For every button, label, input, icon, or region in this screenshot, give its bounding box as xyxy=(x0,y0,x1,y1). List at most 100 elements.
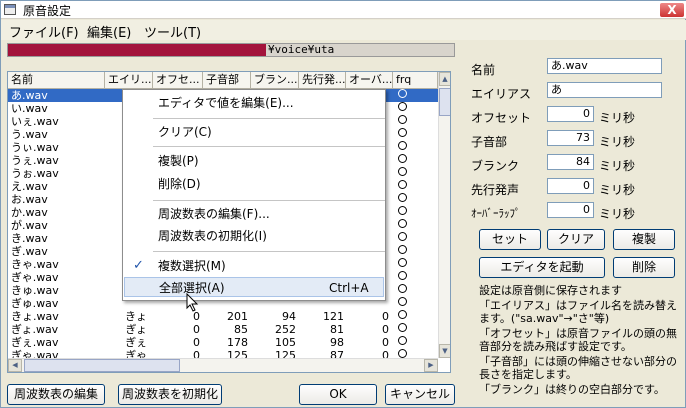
info-line: 設定は原音側に保存されます xyxy=(479,284,622,297)
overlap-label: ｵｰﾊﾞｰﾗｯﾌﾟ xyxy=(471,207,521,220)
column-header-preutter[interactable]: 先行発... xyxy=(299,72,346,88)
horizontal-scrollbar[interactable]: ◀ ▶ xyxy=(8,358,438,372)
frq-circle-icon xyxy=(398,323,407,332)
menu-item-duplicate[interactable]: 複製(P) xyxy=(124,151,384,171)
check-icon: ✓ xyxy=(133,258,144,273)
horizontal-scroll-thumb[interactable] xyxy=(24,359,180,372)
menu-item-edit-in-editor[interactable]: エディタで値を編集(E)... xyxy=(124,93,384,113)
offset-field[interactable]: 0 xyxy=(547,106,594,122)
table-row[interactable]: きょ.wav きょ 0 201 94 121 0 xyxy=(8,310,438,323)
cell-consonant: 85 xyxy=(234,323,248,336)
scroll-right-icon[interactable]: ▶ xyxy=(424,359,438,372)
scroll-left-icon[interactable]: ◀ xyxy=(8,359,22,372)
cell-name: きゅ.wav xyxy=(11,284,59,297)
cell-name: ぎゅ.wav xyxy=(11,297,59,310)
cell-blank: 94 xyxy=(282,310,296,323)
alias-field[interactable]: あ xyxy=(547,82,662,98)
freq-init-button[interactable]: 周波数表を初期化 xyxy=(118,384,222,405)
column-header-name[interactable]: 名前 xyxy=(8,72,105,88)
list-header: 名前 エイリ... オフセ... 子音部 ブラン... 先行発... オーバ..… xyxy=(8,72,438,89)
redacted-path xyxy=(8,44,266,56)
column-header-blank[interactable]: ブラン... xyxy=(251,72,299,88)
cell-name: か.wav xyxy=(11,206,48,219)
menu-item-clear[interactable]: クリア(C) xyxy=(124,122,384,142)
ok-button[interactable]: OK xyxy=(299,384,377,405)
cell-overlap: 0 xyxy=(382,336,389,349)
cell-name: ぎょ.wav xyxy=(11,323,59,336)
clear-button[interactable]: クリア xyxy=(547,229,605,250)
frq-circle-icon xyxy=(398,284,407,293)
launch-editor-button[interactable]: エディタを起動 xyxy=(479,257,605,278)
cell-name: え.wav xyxy=(11,180,48,193)
path-text: ¥voice¥uta xyxy=(268,43,335,56)
frq-circle-icon xyxy=(398,89,407,98)
frq-circle-icon xyxy=(398,310,407,319)
blank-field[interactable]: 84 xyxy=(547,154,594,170)
blank-label: ブランク xyxy=(471,159,520,173)
mouse-cursor-icon xyxy=(186,293,199,312)
vertical-scrollbar[interactable]: ▲ ▼ xyxy=(438,72,450,358)
cancel-button[interactable]: キャンセル xyxy=(385,384,455,405)
frq-circle-icon xyxy=(398,349,407,358)
duplicate-button[interactable]: 複製 xyxy=(613,229,675,250)
menu-item-multi-select[interactable]: ✓ 複数選択(M) xyxy=(124,256,384,276)
cell-preutter: 98 xyxy=(330,336,344,349)
cell-offset: 0 xyxy=(193,323,200,336)
vertical-scroll-thumb[interactable] xyxy=(439,88,450,116)
cell-blank: 252 xyxy=(275,323,296,336)
frq-circle-icon xyxy=(398,258,407,267)
info-line: 「子音部」には頭の伸縮させない部分の長さを指定します。 xyxy=(479,355,677,381)
overlap-field[interactable]: 0 xyxy=(547,202,594,218)
frq-circle-icon xyxy=(398,206,407,215)
cell-name: ぎ.wav xyxy=(11,245,48,258)
menu-item-select-all[interactable]: 全部選択(A) Ctrl+A xyxy=(124,277,384,297)
consonant-label: 子音部 xyxy=(471,135,508,149)
cell-name: う.wav xyxy=(11,128,48,141)
frq-circle-icon xyxy=(398,141,407,150)
cell-consonant: 178 xyxy=(227,336,248,349)
column-header-overlap[interactable]: オーバ... xyxy=(346,72,393,88)
cell-preutter: 81 xyxy=(330,323,344,336)
cell-name: うぉ.wav xyxy=(11,167,59,180)
table-row[interactable]: ぎょ.wav ぎょ 0 85 252 81 0 xyxy=(8,323,438,336)
frq-circle-icon xyxy=(398,167,407,176)
column-header-consonant[interactable]: 子音部 xyxy=(203,72,251,88)
menu-separator xyxy=(153,146,385,147)
set-button[interactable]: セット xyxy=(479,229,541,250)
blank-unit: ミリ秒 xyxy=(599,159,636,173)
column-header-frq[interactable]: frq xyxy=(393,72,438,88)
scroll-up-icon[interactable]: ▲ xyxy=(439,72,450,86)
close-button[interactable]: X xyxy=(659,2,685,18)
menu-edit[interactable]: 編集(E) xyxy=(87,22,131,41)
menu-file[interactable]: ファイル(F) xyxy=(9,22,79,41)
name-field[interactable]: あ.wav xyxy=(547,58,662,74)
info-line: 「オフセット」は原音ファイルの頭の無音部分を読み飛ばす設定です。 xyxy=(479,327,677,353)
cell-preutter: 121 xyxy=(323,310,344,323)
info-text: 設定は原音側に保存されます 「エイリアス」はファイル名を読み替えます。("sa.… xyxy=(479,284,677,398)
frq-circle-icon xyxy=(398,154,407,163)
menu-item-freq-init[interactable]: 周波数表の初期化(I) xyxy=(124,226,384,246)
scroll-down-icon[interactable]: ▼ xyxy=(439,344,450,358)
delete-button[interactable]: 削除 xyxy=(613,257,675,278)
frq-circle-icon xyxy=(398,219,407,228)
consonant-field[interactable]: 73 xyxy=(547,130,594,146)
cell-name: うぃ.wav xyxy=(11,141,59,154)
preutter-label: 先行発声 xyxy=(471,183,520,197)
cell-overlap: 0 xyxy=(382,323,389,336)
cell-offset: 0 xyxy=(193,336,200,349)
window-title: 原音設定 xyxy=(23,4,72,18)
menu-item-delete[interactable]: 削除(D) xyxy=(124,174,384,194)
freq-edit-button[interactable]: 周波数表の編集 xyxy=(7,384,105,405)
table-row[interactable]: ぎぇ.wav ぎぇ 0 178 105 98 0 xyxy=(8,336,438,349)
path-display: ¥voice¥uta xyxy=(7,43,455,57)
cell-name: き.wav xyxy=(11,232,48,245)
column-header-alias[interactable]: エイリ... xyxy=(105,72,153,88)
preutter-field[interactable]: 0 xyxy=(547,178,594,194)
cell-alias: ぎょ xyxy=(125,323,147,336)
menu-tools[interactable]: ツール(T) xyxy=(144,22,201,41)
menu-item-freq-edit[interactable]: 周波数表の編集(F)... xyxy=(124,204,384,224)
column-header-offset[interactable]: オフセ... xyxy=(153,72,203,88)
frq-circle-icon xyxy=(398,232,407,241)
window: 原音設定 X ファイル(F) 編集(E) ツール(T) ¥voice¥uta 名… xyxy=(0,0,686,408)
cell-overlap: 0 xyxy=(382,310,389,323)
